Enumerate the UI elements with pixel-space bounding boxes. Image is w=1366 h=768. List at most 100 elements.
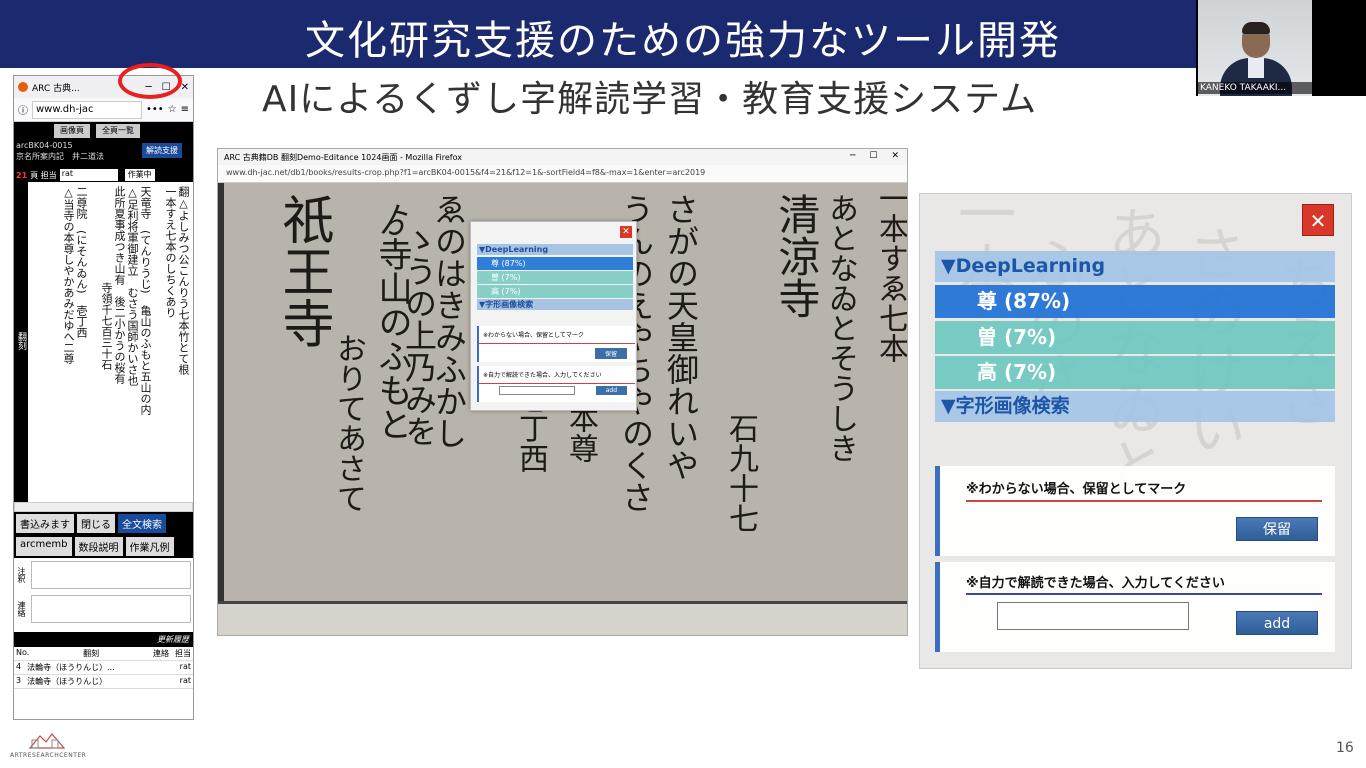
webcam-name-label: KANEKO TAKAAKI... — [1198, 82, 1312, 94]
popup-input-box: ※自力で解読できた場合、入力してください add — [477, 366, 635, 402]
mark-box: ※わからない場合、保留としてマーク 保留 — [935, 466, 1335, 556]
manuscript-glyph: おりてあさて — [331, 333, 366, 513]
popup-input-label: ※自力で解読できた場合、入力してください — [479, 366, 635, 384]
note-row: 注釈 — [14, 558, 193, 592]
all-pages-button[interactable]: 全頁一覧 — [96, 124, 140, 138]
member-row: arcmemb 数段説明 作業凡例 — [14, 535, 193, 558]
transcription-line: △足利将軍御建立 むさう国師かいさ也 — [126, 186, 139, 386]
contact-field[interactable] — [31, 595, 191, 623]
page-number: 21 — [16, 170, 28, 180]
manuscript-image: 祇王寺 ゟ寺山のふもと おりてあさて ゝうの上乃みを ゑのはきみふかし 壱丁西 … — [218, 183, 908, 635]
panel-close-icon[interactable]: ✕ — [1302, 204, 1334, 236]
candidate-row[interactable]: 尊 (87%) — [935, 285, 1335, 318]
popup-input-field[interactable] — [499, 386, 575, 395]
contact-row: 連絡 — [14, 592, 193, 626]
url-bar[interactable]: www.dh-jac.net/db1/books/results-crop.ph… — [218, 165, 907, 183]
hold-button[interactable]: 保留 — [1236, 517, 1318, 541]
transcription-line: △当寺の本尊しやかあみだゆへ二尊 — [62, 186, 75, 364]
note-label: 注釈 — [17, 567, 26, 583]
popup-candidate[interactable]: 尊 (87%) — [477, 257, 633, 270]
history-text: 法輪寺（ほうりんじ） — [27, 677, 108, 686]
minimize-icon[interactable]: ─ — [850, 151, 855, 161]
window-titlebar: ARC 古典籍DB 翻刻Demo-Editance 1024画面 - Mozil… — [218, 149, 907, 165]
history-no: 4 — [16, 662, 22, 671]
transcription-line: 二尊院 (にそんゐん) 壱丁西 — [75, 186, 88, 338]
page-tabs: 画像頁 全頁一覧 — [14, 122, 193, 138]
slide: { "slide": { "title": "文化研究支援のための強力なツール開… — [0, 0, 1366, 768]
transcription-line: 天竜寺 (てんりうじ) 亀山のふもと五山の内 — [139, 186, 152, 415]
popup-hold-button[interactable]: 保留 — [594, 348, 627, 359]
popup-mark-label: ※わからない場合、保留としてマーク — [479, 326, 635, 344]
transcription-line: 此所夏事成つき山有 後二小かうの桜有 — [113, 186, 126, 384]
popup-candidate[interactable]: 高 (7%) — [477, 285, 633, 298]
enlarged-decoding-panel: 一本 ふのさ あとなゐと さのけい ちえさ ✕ ▼DeepLearning 尊 … — [919, 193, 1352, 669]
history-no: 3 — [16, 676, 22, 685]
add-button[interactable]: add — [1236, 611, 1318, 635]
help-button[interactable]: 解読支援 — [142, 143, 182, 158]
candidate-row[interactable]: 曽 (7%) — [935, 321, 1335, 354]
note-field[interactable] — [31, 561, 191, 589]
status-select[interactable]: 作業中 — [124, 169, 155, 181]
candidate-row[interactable]: 高 (7%) — [935, 356, 1335, 389]
col-text: 翻刻 — [83, 649, 100, 658]
maximize-icon[interactable]: ☐ — [869, 151, 877, 161]
middle-browser-window: ARC 古典籍DB 翻刻Demo-Editance 1024画面 - Mozil… — [217, 148, 908, 636]
more-icon[interactable]: ••• — [146, 104, 164, 115]
manuscript-glyph: 石九十七 — [723, 413, 758, 533]
fulltext-search-button[interactable]: 全文検索 — [118, 514, 166, 533]
mark-underline — [966, 500, 1322, 502]
hamburger-menu-icon[interactable]: ≡ — [181, 104, 189, 115]
history-list: 更新履歴 No. 翻刻 連絡 担当 4 法輪寺（ほうりんじ）... rat 3 … — [14, 632, 193, 689]
legend-button[interactable]: 作業凡例 — [125, 537, 174, 556]
close-button[interactable]: 閉じる — [77, 514, 115, 533]
manuscript-glyph: あとなゐとそうしき — [823, 193, 858, 463]
explanation-button[interactable]: 数段説明 — [74, 537, 123, 556]
history-row[interactable]: 4 法輪寺（ほうりんじ）... rat — [14, 661, 193, 675]
history-who: rat — [179, 676, 191, 685]
col-who: 担当 — [175, 649, 191, 658]
side-label: 翻刻 — [16, 332, 26, 350]
contact-label: 連絡 — [17, 601, 26, 617]
info-icon[interactable]: ⓘ — [18, 102, 28, 117]
write-button[interactable]: 書込みます — [16, 514, 74, 533]
window-title: ARC 古典籍DB 翻刻Demo-Editance 1024画面 - Mozil… — [224, 153, 463, 162]
assignee-input[interactable]: rat — [59, 169, 118, 181]
manuscript-glyph: ゑのはきみふかし — [430, 193, 468, 449]
close-icon[interactable]: ✕ — [181, 82, 189, 93]
highlight-circle — [118, 63, 182, 99]
image-search-header[interactable]: ▼字形画像検索 — [935, 391, 1335, 422]
manuscript-glyph: 祇王寺 — [273, 193, 333, 349]
member-field[interactable]: arcmemb — [16, 537, 72, 556]
close-icon[interactable]: ✕ — [891, 151, 899, 161]
left-browser-window: ARC 古典... ─ ☐ ✕ ⓘ www.dh-jac ••• ☆ ≡ 画像頁… — [13, 75, 194, 720]
answer-input[interactable] — [997, 602, 1189, 630]
slide-title: 文化研究支援のための強力なツール開発 — [305, 18, 1061, 64]
popup-close-icon[interactable]: ✕ — [620, 226, 632, 238]
firefox-icon — [18, 82, 28, 92]
transcription-line: 翻△よしみつ公こんりう七本竹とて根 — [177, 186, 190, 375]
logo-text: ARTRESEARCHCENTER — [10, 752, 87, 759]
popup-deeplearning-header[interactable]: ▼DeepLearning — [477, 244, 633, 255]
popup-candidate[interactable]: 曽 (7%) — [477, 271, 633, 284]
popup-image-search-header[interactable]: ▼字形画像検索 — [477, 299, 633, 310]
popup-add-button[interactable]: add — [595, 386, 627, 395]
manuscript-glyph: 一本すゑ七本 — [873, 183, 908, 363]
manuscript-glyph: さがの天皇御れいや — [662, 193, 700, 481]
bookmark-star-icon[interactable]: ☆ — [168, 104, 177, 115]
horizontal-scrollbar[interactable] — [14, 502, 193, 512]
history-row[interactable]: 3 法輪寺（ほうりんじ） rat — [14, 675, 193, 689]
address-field[interactable]: www.dh-jac — [32, 100, 142, 119]
input-box: ※自力で解読できた場合、入力してください add — [935, 562, 1335, 652]
col-contact: 連絡 — [153, 649, 169, 658]
record-info: arcBK04-0015 京名所案内記 井二道法 解読支援 — [14, 138, 193, 168]
transcription-line: 一本すえ七本のしちくあり — [164, 186, 177, 318]
url-bar: ⓘ www.dh-jac ••• ☆ ≡ — [14, 98, 193, 122]
col-no: No. — [16, 648, 30, 657]
deeplearning-header[interactable]: ▼DeepLearning — [935, 251, 1335, 282]
page-number: 16 — [1336, 740, 1354, 756]
presenter-shirt — [1248, 58, 1264, 78]
image-page-button[interactable]: 画像頁 — [54, 124, 90, 138]
page-edge — [218, 183, 224, 635]
transcription-area[interactable]: 翻△よしみつ公こんりう七本竹とて根 一本すえ七本のしちくあり 天竜寺 (てんりう… — [14, 182, 193, 502]
action-buttons: 書込みます 閉じる 全文検索 — [14, 512, 193, 535]
